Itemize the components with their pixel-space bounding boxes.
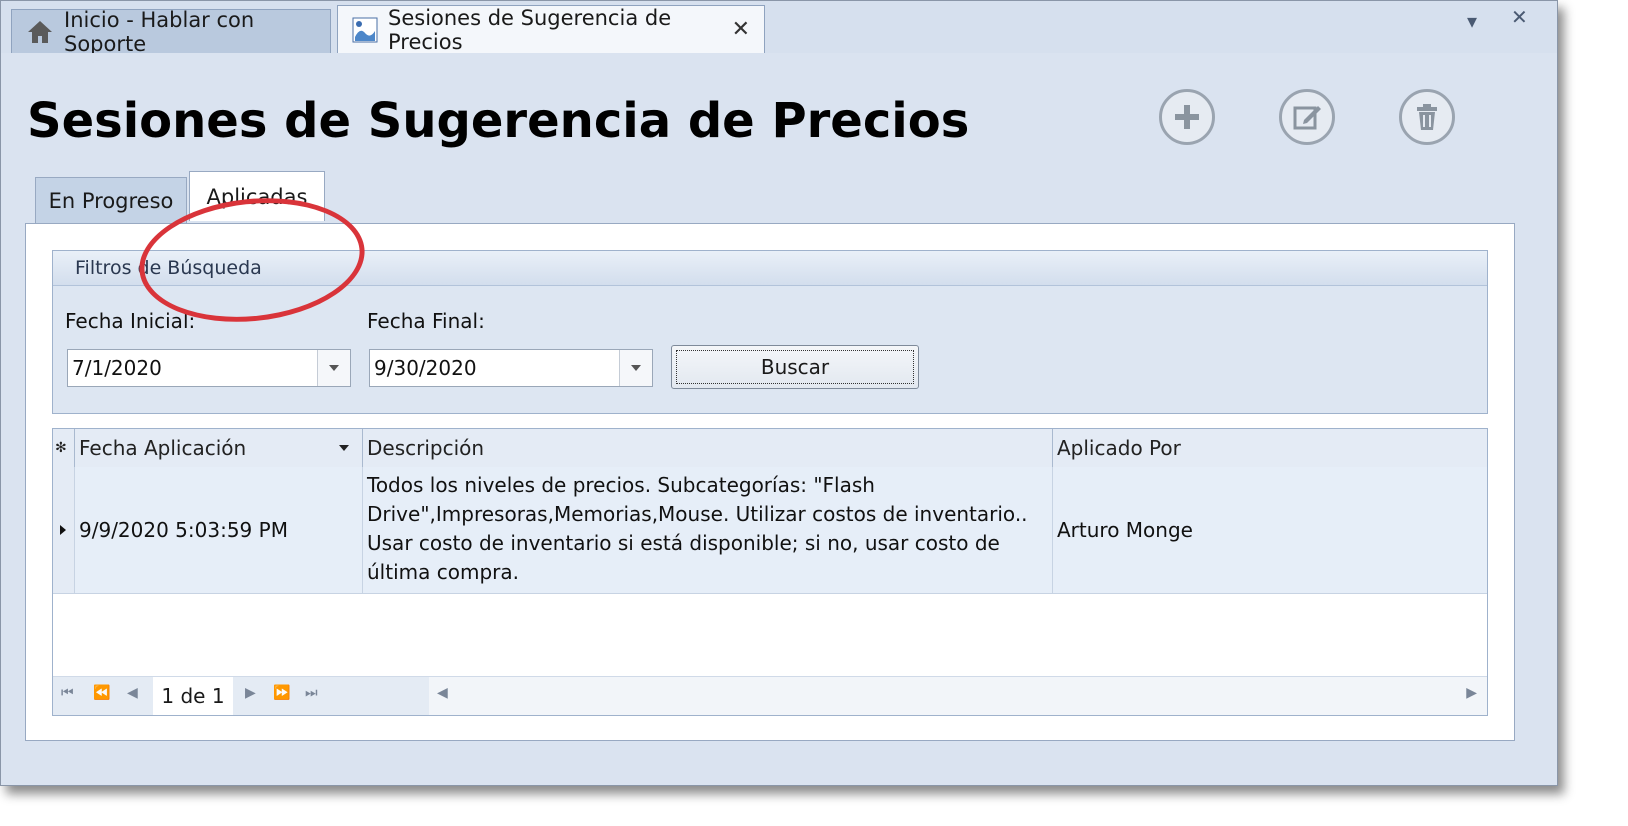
start-date-label: Fecha Inicial: [65, 309, 196, 333]
chevron-down-icon [631, 365, 641, 371]
grid-header: ✻ Fecha Aplicación Descripción Aplicado … [53, 429, 1487, 468]
tab-aplicadas[interactable]: Aplicadas [189, 171, 325, 221]
home-icon [26, 19, 54, 45]
tab-panel-aplicadas: Filtros de Búsqueda Fecha Inicial: 7/1/2… [25, 223, 1515, 741]
column-header-fecha[interactable]: Fecha Aplicación [75, 429, 363, 467]
cell-descripcion: Todos los niveles de precios. Subcategor… [363, 467, 1053, 593]
chevron-down-icon[interactable]: ▾ [1467, 9, 1477, 33]
last-page-icon[interactable]: ⏭ [305, 685, 318, 701]
page-title: Sesiones de Sugerencia de Precios [27, 93, 970, 149]
edit-button[interactable] [1279, 89, 1335, 145]
search-button[interactable]: Buscar [671, 345, 919, 389]
column-header-aplicado-por[interactable]: Aplicado Por [1053, 429, 1487, 467]
table-row[interactable]: 9/9/2020 5:03:59 PM Todos los niveles de… [53, 467, 1487, 594]
cell-aplicado-por: Arturo Monge [1057, 518, 1193, 542]
sort-desc-icon [339, 445, 349, 451]
results-grid: ✻ Fecha Aplicación Descripción Aplicado … [52, 428, 1488, 716]
close-icon[interactable]: ✕ [732, 17, 750, 42]
trash-icon [1417, 104, 1437, 130]
end-date-dropdown[interactable] [619, 350, 652, 386]
price-session-icon [352, 17, 378, 43]
delete-button[interactable] [1399, 89, 1455, 145]
new-row-indicator: ✻ [53, 429, 75, 467]
page-indicator: 1 de 1 [153, 677, 233, 715]
search-filters-group: Filtros de Búsqueda Fecha Inicial: 7/1/2… [52, 250, 1488, 414]
cell-fecha: 9/9/2020 5:03:59 PM [75, 467, 363, 593]
next-page-group-icon[interactable]: ⏩ [273, 685, 290, 701]
horizontal-scrollbar[interactable]: ◀ ▶ [429, 677, 1487, 715]
tab-en-progreso-label: En Progreso [48, 188, 174, 213]
end-date-combo[interactable]: 9/30/2020 [369, 349, 653, 387]
doc-tab-sesiones[interactable]: Sesiones de Sugerencia de Precios ✕ [337, 5, 765, 54]
app-window: Inicio - Hablar con Soporte Sesiones de … [0, 0, 1558, 786]
search-filters-header: Filtros de Búsqueda [53, 251, 1487, 286]
start-date-combo[interactable]: 7/1/2020 [67, 349, 351, 387]
close-window-icon[interactable]: ✕ [1511, 5, 1528, 29]
scroll-left-icon[interactable]: ◀ [437, 685, 448, 701]
start-date-value: 7/1/2020 [72, 356, 162, 380]
previous-page-icon[interactable]: ◀ [127, 685, 138, 701]
chevron-down-icon [329, 365, 339, 371]
doc-tab-home-label: Inicio - Hablar con Soporte [64, 7, 255, 56]
row-indicator-icon [53, 467, 75, 593]
start-date-dropdown[interactable] [317, 350, 350, 386]
column-header-descripcion-label: Descripción [367, 436, 485, 460]
next-page-icon[interactable]: ▶ [245, 685, 256, 701]
search-button-label: Buscar [760, 355, 830, 379]
document-tabstrip: Inicio - Hablar con Soporte Sesiones de … [1, 1, 1557, 56]
doc-tab-home[interactable]: Inicio - Hablar con Soporte [11, 7, 331, 56]
column-header-fecha-label: Fecha Aplicación [79, 436, 247, 460]
previous-page-group-icon[interactable]: ⏪ [93, 685, 110, 701]
column-header-descripcion[interactable]: Descripción [363, 429, 1053, 467]
grid-pager: ⏮ ⏪ ◀ 1 de 1 ▶ ⏩ ⏭ ◀ ▶ [53, 676, 1487, 715]
edit-icon [1293, 106, 1321, 130]
add-button[interactable] [1159, 89, 1215, 145]
main-content: Sesiones de Sugerencia de Precios En Pro… [1, 53, 1557, 785]
first-page-icon[interactable]: ⏮ [61, 685, 74, 701]
doc-tab-sesiones-label: Sesiones de Sugerencia de Precios [388, 5, 672, 54]
end-date-value: 9/30/2020 [374, 356, 477, 380]
column-header-aplicado-por-label: Aplicado Por [1057, 436, 1181, 460]
plus-icon [1175, 105, 1199, 129]
end-date-label: Fecha Final: [367, 309, 485, 333]
tab-en-progreso[interactable]: En Progreso [35, 177, 187, 223]
tab-aplicadas-label: Aplicadas [206, 184, 308, 209]
scroll-right-icon[interactable]: ▶ [1466, 685, 1477, 701]
